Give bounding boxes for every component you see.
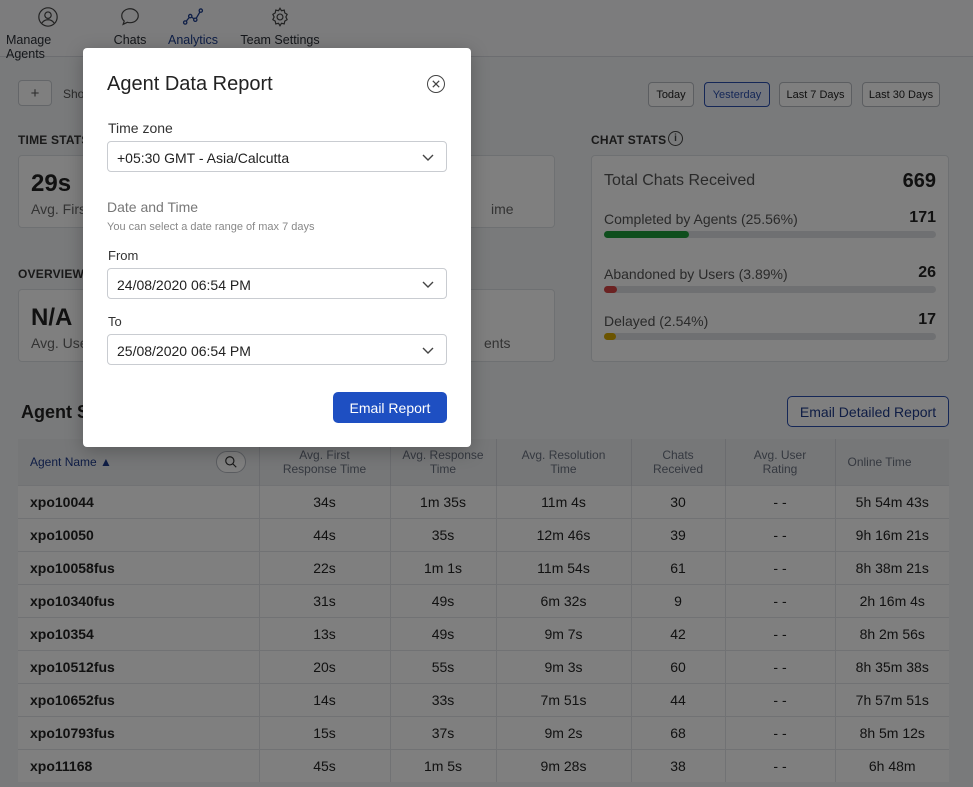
modal-title: Agent Data Report — [107, 73, 273, 95]
to-value: 25/08/2020 06:54 PM — [117, 343, 251, 359]
datetime-subtitle: You can select a date range of max 7 day… — [107, 221, 315, 233]
close-button[interactable] — [427, 75, 445, 93]
timezone-select[interactable]: +05:30 GMT - Asia/Calcutta — [107, 141, 447, 172]
timezone-value: +05:30 GMT - Asia/Calcutta — [117, 150, 290, 166]
agent-data-report-modal: Agent Data Report Time zone +05:30 GMT -… — [83, 48, 471, 447]
chevron-down-icon — [422, 154, 434, 161]
to-label: To — [108, 314, 122, 329]
from-value: 24/08/2020 06:54 PM — [117, 277, 251, 293]
timezone-label: Time zone — [108, 120, 173, 136]
email-report-button[interactable]: Email Report — [333, 392, 447, 423]
chevron-down-icon — [422, 347, 434, 354]
datetime-title: Date and Time — [107, 199, 199, 215]
chevron-down-icon — [422, 281, 434, 288]
from-label: From — [108, 248, 139, 263]
to-date-select[interactable]: 25/08/2020 06:54 PM — [107, 334, 447, 365]
close-icon — [432, 80, 440, 88]
from-date-select[interactable]: 24/08/2020 06:54 PM — [107, 268, 447, 299]
